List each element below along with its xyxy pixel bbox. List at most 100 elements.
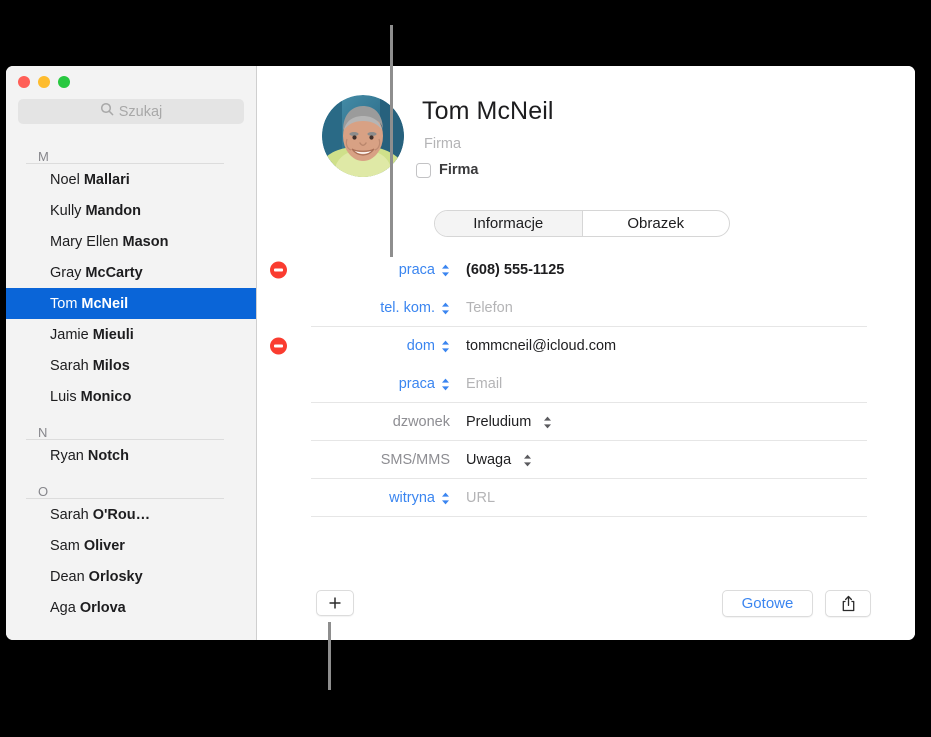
company-field[interactable]: Firma	[424, 136, 461, 152]
field-label-area[interactable]: tel. kom.	[258, 289, 450, 327]
contact-first-name: Dean	[50, 568, 85, 585]
tab-label: Obrazek	[627, 215, 685, 232]
field-value-area[interactable]: Uwaga	[466, 452, 532, 468]
field-row-phone-work: praca (608) 555-1125	[258, 251, 915, 289]
contact-first-name: Tom	[422, 97, 470, 125]
zoom-button[interactable]	[58, 76, 70, 88]
field-label: praca	[398, 262, 435, 278]
stepper-icon[interactable]	[441, 302, 450, 315]
field-value-area[interactable]: Email	[466, 376, 502, 392]
list-item[interactable]: Jamie Mieuli	[6, 319, 256, 350]
field-label-area: SMS/MMS	[258, 441, 450, 479]
field-value-area[interactable]: tommcneil@icloud.com	[466, 338, 616, 354]
field-list: praca (608) 555-1125 tel. kom. Telefon dom to…	[258, 251, 915, 517]
contact-first-name: Sarah	[50, 506, 89, 523]
stepper-icon[interactable]	[441, 264, 450, 277]
field-value-area[interactable]: URL	[466, 490, 495, 506]
field-label-row: witryna	[389, 490, 450, 506]
field-label: praca	[398, 376, 435, 392]
section-letter: M	[38, 149, 49, 164]
field-value: (608) 555-1125	[466, 262, 565, 278]
contact-first-name: Ryan	[50, 447, 84, 464]
field-label-area[interactable]: praca	[258, 251, 450, 289]
company-checkbox-row[interactable]: Firma	[416, 162, 479, 178]
list-item[interactable]: Tom McNeil	[6, 288, 256, 319]
field-value-area[interactable]: (608) 555-1125	[466, 262, 564, 278]
field-label-row: praca	[399, 376, 450, 392]
share-icon	[842, 595, 854, 612]
tab-informacje[interactable]: Informacje	[435, 211, 583, 236]
company-checkbox[interactable]	[416, 162, 431, 178]
stepper-icon[interactable]	[441, 340, 450, 353]
section-header-O: O	[6, 471, 256, 499]
field-value-area[interactable]: Telefon	[466, 300, 513, 316]
field-label-area[interactable]: dom	[258, 327, 450, 365]
field-label-row: praca	[399, 262, 450, 278]
page-title: Tom McNeil	[422, 97, 554, 126]
screenshot-root: Szukaj M Noel Mallari Kully Mandon Mary Ellen…	[0, 0, 931, 737]
field-value: tommcneil@icloud.com	[466, 338, 617, 354]
plus-icon	[329, 597, 341, 609]
tab-obrazek[interactable]: Obrazek	[583, 211, 730, 236]
field-label-area[interactable]: witryna	[258, 479, 450, 517]
field-value-area[interactable]: Preludium	[466, 414, 552, 430]
contact-list[interactable]: M Noel Mallari Kully Mandon Mary Ellen Mason Gr…	[6, 136, 256, 640]
stepper-icon[interactable]	[543, 416, 552, 429]
field-label-row: tel. kom.	[380, 300, 450, 316]
list-item[interactable]: Ryan Notch	[6, 440, 256, 471]
list-item[interactable]: Kully Mandon	[6, 195, 256, 226]
contacts-window: Szukaj M Noel Mallari Kully Mandon Mary Ellen…	[6, 66, 915, 640]
sidebar: Szukaj M Noel Mallari Kully Mandon Mary Ellen…	[6, 66, 257, 640]
done-button-label: Gotowe	[741, 595, 794, 612]
list-item[interactable]: Dean Orlosky	[6, 561, 256, 592]
contact-first-name: Noel	[50, 171, 80, 188]
list-item[interactable]: Noel Mallari	[6, 164, 256, 195]
field-label: tel. kom.	[380, 300, 435, 316]
list-item[interactable]: Gray McCarty	[6, 257, 256, 288]
list-item[interactable]: Sarah Milos	[6, 350, 256, 381]
field-label-row: SMS/MMS	[381, 452, 450, 468]
list-item[interactable]: Sam Oliver	[6, 530, 256, 561]
field-label-area[interactable]: praca	[258, 365, 450, 403]
detail-tab-bar[interactable]: Informacje Obrazek	[434, 210, 730, 237]
contact-last-name: McNeil	[81, 295, 129, 312]
list-item[interactable]: Sarah O'Rou…	[6, 499, 256, 530]
contact-detail-pane: Tom McNeil Firma Firma Informacje Obrazek …	[258, 66, 915, 640]
stepper-icon[interactable]	[441, 492, 450, 505]
field-label: dzwonek	[392, 414, 450, 430]
contact-first-name: Sarah	[50, 357, 89, 374]
contact-first-name: Sam	[50, 537, 80, 554]
contact-first-name: Mary Ellen	[50, 233, 119, 250]
add-field-button[interactable]	[316, 590, 354, 616]
contact-last-name: McCarty	[85, 264, 143, 281]
close-button[interactable]	[18, 76, 30, 88]
share-button[interactable]	[825, 590, 871, 617]
contact-last-name: O'Rou…	[92, 506, 151, 523]
contact-last-name: Mason	[122, 233, 169, 250]
stepper-icon[interactable]	[441, 378, 450, 391]
contact-first-name: Tom	[50, 295, 78, 312]
field-label: dom	[406, 338, 435, 354]
field-value: Telefon	[466, 300, 513, 316]
field-label-area: dzwonek	[258, 403, 450, 441]
field-label: SMS/MMS	[380, 452, 450, 468]
list-item[interactable]: Aga Orlova	[6, 592, 256, 623]
contact-last-name: Monico	[80, 388, 132, 405]
field-value: Uwaga	[466, 452, 512, 468]
done-button[interactable]: Gotowe	[722, 590, 813, 617]
list-item[interactable]: Luis Monico	[6, 381, 256, 412]
stepper-icon[interactable]	[523, 454, 532, 467]
field-value: Email	[466, 376, 503, 392]
section-letter: O	[38, 484, 49, 499]
contact-last-name: Notch	[87, 447, 129, 464]
minimize-button[interactable]	[38, 76, 50, 88]
field-row-ringtone: dzwonek Preludium	[258, 403, 915, 441]
list-item[interactable]: Mary Ellen Mason	[6, 226, 256, 257]
contact-first-name: Gray	[50, 264, 82, 281]
contact-last-name: Mieuli	[92, 326, 134, 343]
field-value: Preludium	[466, 414, 532, 430]
callout-line-top	[390, 25, 393, 257]
search-input[interactable]: Szukaj	[18, 99, 244, 124]
window-controls	[18, 76, 70, 88]
company-checkbox-label: Firma	[439, 162, 479, 178]
